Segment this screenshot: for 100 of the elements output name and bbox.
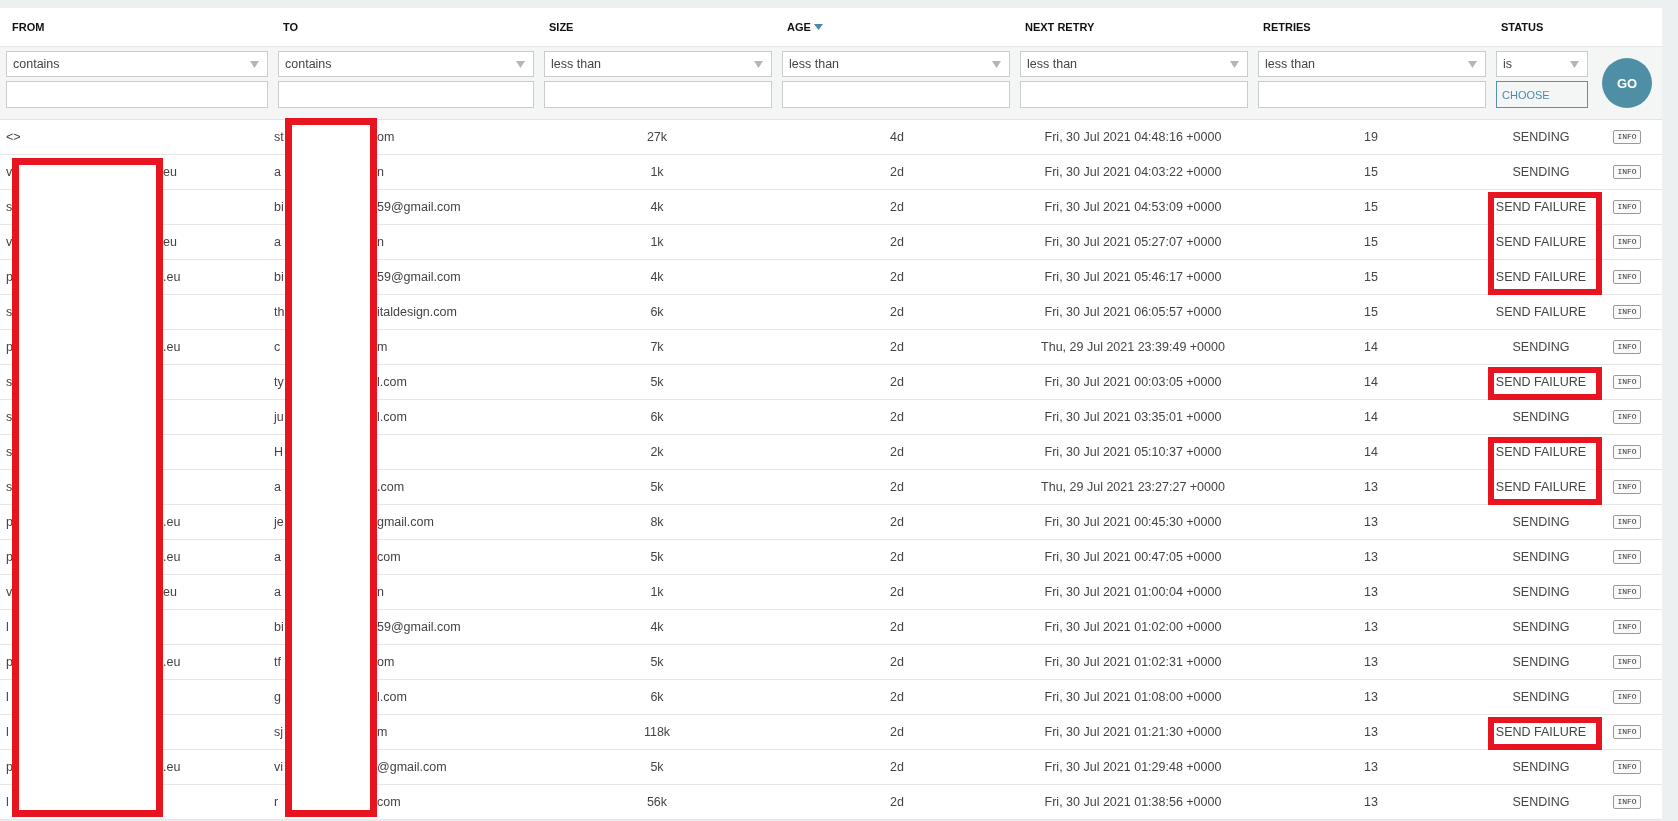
filter-input-field[interactable] — [278, 81, 534, 108]
table-cell: 13 — [1364, 515, 1378, 529]
info-button[interactable]: INFO — [1613, 620, 1641, 634]
table-cell-text: v — [6, 235, 14, 249]
table-cell: 5k — [650, 550, 664, 564]
table-cell: Fri, 30 Jul 2021 05:27:07 +0000 — [1044, 235, 1222, 249]
status-text: SENDING — [1512, 130, 1570, 144]
operator-dropdown[interactable]: less than — [1020, 51, 1248, 77]
table-cell: 14 — [1364, 340, 1378, 354]
operator-dropdown[interactable]: contains — [6, 51, 268, 77]
table-cell: 2d — [890, 515, 904, 529]
go-button[interactable]: GO — [1602, 58, 1652, 108]
column-header[interactable]: FROM — [12, 21, 45, 33]
table-cell-text: bi — [274, 620, 285, 634]
table-cell: eu — [163, 585, 177, 599]
table-cell: 15 — [1364, 165, 1378, 179]
table-cell-text: je — [274, 515, 285, 529]
choose-button[interactable]: CHOOSE — [1496, 81, 1588, 108]
table-cell: 13 — [1364, 725, 1378, 739]
column-header[interactable]: RETRIES — [1263, 21, 1311, 33]
info-button[interactable]: INFO — [1613, 165, 1641, 179]
column-header[interactable]: TO — [283, 21, 299, 33]
info-button[interactable]: INFO — [1613, 690, 1641, 704]
operator-dropdown[interactable]: less than — [544, 51, 772, 77]
filter-input-field[interactable] — [6, 81, 268, 108]
table-cell: 2d — [890, 585, 904, 599]
table-cell: 13 — [1364, 760, 1378, 774]
table-cell-text: <> — [6, 130, 22, 144]
table-cell: Fri, 30 Jul 2021 01:08:00 +0000 — [1044, 690, 1222, 704]
table-cell: com — [377, 795, 401, 809]
table-cell: 15 — [1364, 235, 1378, 249]
operator-dropdown[interactable]: contains — [278, 51, 534, 77]
table-cell: 2d — [890, 760, 904, 774]
operator-dropdown[interactable]: less than — [782, 51, 1010, 77]
table-cell: 1k — [650, 165, 664, 179]
table-cell-text: bi — [274, 200, 285, 214]
info-button[interactable]: INFO — [1613, 305, 1641, 319]
table-cell-text: l — [6, 620, 10, 634]
table-cell: m — [377, 725, 388, 739]
info-button[interactable]: INFO — [1613, 550, 1641, 564]
info-button[interactable]: INFO — [1613, 270, 1641, 284]
table-cell: com — [377, 550, 401, 564]
table-cell: 2d — [890, 795, 904, 809]
table-cell: @gmail.com — [377, 760, 447, 774]
table-cell: .com — [377, 480, 405, 494]
table-cell: 8k — [650, 515, 664, 529]
table-cell-text: H — [274, 445, 285, 459]
table-cell: 59@gmail.com — [377, 200, 461, 214]
status-text: SENDING — [1512, 690, 1570, 704]
dropdown-caret-icon — [516, 60, 525, 68]
column-header[interactable]: NEXT RETRY — [1025, 21, 1095, 33]
operator-dropdown[interactable]: is — [1496, 51, 1588, 77]
table-cell-text: v — [6, 165, 14, 179]
dropdown-caret-icon — [754, 60, 763, 68]
info-button[interactable]: INFO — [1613, 515, 1641, 529]
table-cell: Fri, 30 Jul 2021 01:29:48 +0000 — [1044, 760, 1222, 774]
filter-input-field[interactable] — [1258, 81, 1486, 108]
info-button[interactable]: INFO — [1613, 795, 1641, 809]
filter-input-field[interactable] — [782, 81, 1010, 108]
table-cell: Fri, 30 Jul 2021 04:48:16 +0000 — [1044, 130, 1222, 144]
info-button[interactable]: INFO — [1613, 410, 1641, 424]
status-text: SEND FAILURE — [1495, 200, 1587, 214]
table-cell: eu — [163, 165, 177, 179]
table-cell-text: s — [6, 445, 14, 459]
table-cell: .eu — [163, 270, 181, 284]
table-cell: Fri, 30 Jul 2021 00:45:30 +0000 — [1044, 515, 1222, 529]
info-button[interactable]: INFO — [1613, 200, 1641, 214]
status-text: SENDING — [1512, 165, 1570, 179]
table-cell-text: ju — [274, 410, 285, 424]
info-button[interactable]: INFO — [1613, 655, 1641, 669]
status-text: SEND FAILURE — [1495, 235, 1587, 249]
column-header[interactable]: STATUS — [1501, 21, 1544, 33]
info-button[interactable]: INFO — [1613, 725, 1641, 739]
table-cell: 14 — [1364, 445, 1378, 459]
info-button[interactable]: INFO — [1613, 585, 1641, 599]
column-header[interactable]: AGE — [787, 21, 823, 33]
filter-input-field[interactable] — [1020, 81, 1248, 108]
info-button[interactable]: INFO — [1613, 340, 1641, 354]
table-cell: 14 — [1364, 410, 1378, 424]
table-cell: 7k — [650, 340, 664, 354]
table-cell: .eu — [163, 655, 181, 669]
filter-input-field[interactable] — [544, 81, 772, 108]
info-button[interactable]: INFO — [1613, 760, 1641, 774]
table-cell-text: s — [6, 410, 14, 424]
operator-dropdown[interactable]: less than — [1258, 51, 1486, 77]
table-cell: 2d — [890, 270, 904, 284]
table-cell: Fri, 30 Jul 2021 05:46:17 +0000 — [1044, 270, 1222, 284]
table-cell: n — [377, 235, 384, 249]
info-button[interactable]: INFO — [1613, 375, 1641, 389]
info-button[interactable]: INFO — [1613, 445, 1641, 459]
table-cell: Fri, 30 Jul 2021 05:10:37 +0000 — [1044, 445, 1222, 459]
info-button[interactable]: INFO — [1613, 480, 1641, 494]
column-header[interactable]: SIZE — [549, 21, 574, 33]
info-button[interactable]: INFO — [1613, 130, 1641, 144]
table-cell: 2d — [890, 480, 904, 494]
status-text: SEND FAILURE — [1495, 480, 1587, 494]
table-cell: 4k — [650, 620, 664, 634]
info-button[interactable]: INFO — [1613, 235, 1641, 249]
status-text: SENDING — [1512, 620, 1570, 634]
table-cell: Thu, 29 Jul 2021 23:39:49 +0000 — [1041, 340, 1225, 354]
